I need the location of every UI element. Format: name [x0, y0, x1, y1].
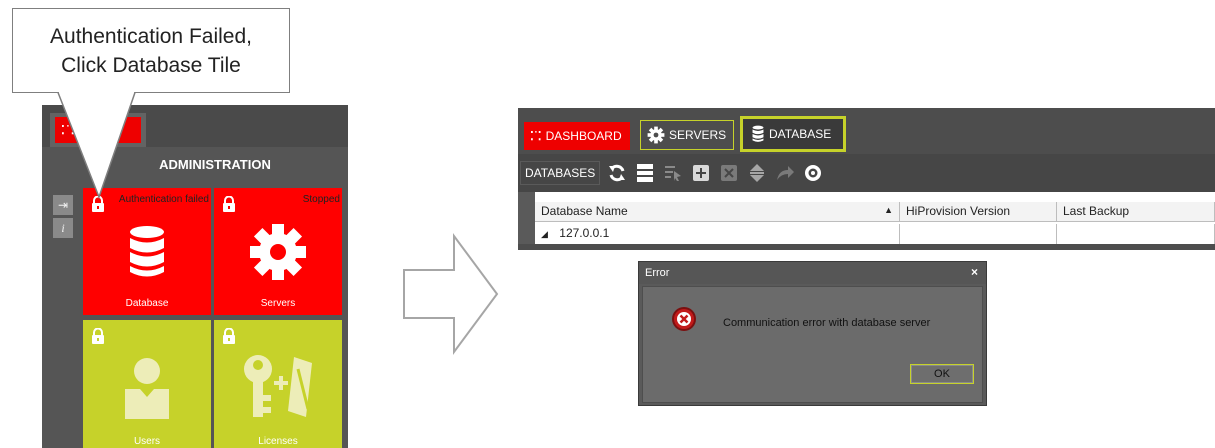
close-icon[interactable]: × [971, 265, 978, 279]
user-icon [125, 358, 169, 419]
callout-line-1: Authentication Failed, [50, 24, 252, 48]
gear-icon [250, 224, 306, 280]
tile-status-text: Authentication failed [118, 194, 209, 205]
column-header-database-name[interactable]: Database Name ▲ [535, 202, 900, 222]
dashboard-dots-icon: ⁚˙⁚ [61, 123, 76, 137]
gear-icon [647, 126, 665, 144]
database-name-cell: 127.0.0.1 [559, 226, 610, 240]
select-icon [665, 166, 682, 181]
admin-tab-dashboard[interactable]: ⁚˙⁚ RD [50, 113, 146, 147]
logout-button[interactable]: ⇥ [53, 195, 73, 215]
app-window: ⁚˙⁚ DASHBOARD SERVERS DATABASE DATABASES… [518, 108, 1215, 250]
lock-icon [92, 196, 104, 212]
users-tile[interactable]: Users [83, 320, 211, 448]
expand-button[interactable] [746, 162, 768, 184]
administration-panel: ⁚˙⁚ RD ADMINISTRATION ⇥ i Authentication… [42, 105, 348, 448]
tile-label: Database [125, 298, 169, 309]
database-tile[interactable]: Authentication failed Database [83, 188, 211, 315]
list-button[interactable] [634, 162, 656, 184]
error-dialog: Error × Communication error with databas… [638, 261, 987, 406]
logout-icon: ⇥ [57, 198, 69, 212]
dashboard-dots-icon: ⁚˙⁚ [530, 129, 542, 143]
info-button[interactable]: i [53, 218, 73, 238]
add-icon [693, 165, 710, 181]
admin-tab-label: RD [79, 124, 96, 136]
administration-title: ADMINISTRATION [159, 157, 271, 172]
lock-icon [223, 328, 235, 344]
sort-ascending-icon: ▲ [884, 205, 893, 215]
toolbar-label: DATABASES [520, 161, 601, 185]
tab-servers[interactable]: SERVERS [640, 120, 734, 150]
list-icon [637, 164, 654, 182]
tile-label: Users [133, 436, 161, 447]
grid-row-header [518, 192, 535, 250]
callout-line-2: Click Database Tile [61, 53, 241, 77]
settings-icon [805, 165, 822, 181]
licenses-tile[interactable]: Licenses [214, 320, 342, 448]
column-header-last-backup[interactable]: Last Backup [1057, 202, 1215, 222]
database-grid: Database Name ▲ HiProvision Version Last… [518, 192, 1215, 250]
database-icon [130, 226, 164, 277]
admin-tab-bar: ⁚˙⁚ RD [42, 105, 348, 147]
tile-label: Servers [260, 298, 296, 309]
refresh-icon [609, 164, 626, 182]
dialog-title: Error [645, 267, 670, 279]
grid-header: Database Name ▲ HiProvision Version Last… [535, 202, 1215, 222]
error-icon [672, 307, 696, 331]
expand-icon [750, 164, 765, 182]
dialog-title-bar[interactable]: Error × [639, 262, 986, 284]
tab-database[interactable]: DATABASE [740, 116, 846, 152]
right-arrow-icon [403, 232, 499, 356]
delete-icon [721, 165, 738, 181]
license-key-icon [244, 355, 312, 417]
settings-button[interactable] [802, 162, 824, 184]
table-row[interactable]: ◢ 127.0.0.1 [535, 224, 1215, 244]
delete-button[interactable] [718, 162, 740, 184]
lock-icon [223, 196, 235, 212]
tab-label: DATABASE [769, 127, 832, 141]
tab-label: DASHBOARD [545, 129, 622, 143]
database-toolbar: DATABASES [518, 154, 1215, 192]
tile-label: Licenses [258, 436, 298, 447]
dialog-body: Communication error with database server… [642, 286, 983, 403]
export-icon [777, 166, 795, 180]
info-icon: i [61, 220, 65, 235]
last-backup-cell [1057, 224, 1215, 244]
ok-button[interactable]: OK [910, 364, 974, 384]
tab-dashboard[interactable]: ⁚˙⁚ DASHBOARD [524, 122, 630, 150]
column-header-hiprovision-version[interactable]: HiProvision Version [900, 202, 1057, 222]
database-icon [752, 125, 764, 142]
callout-box: Authentication Failed, Click Database Ti… [12, 8, 290, 93]
refresh-button[interactable] [606, 162, 628, 184]
lock-icon [92, 328, 104, 344]
servers-tile[interactable]: Stopped Servers [214, 188, 342, 315]
export-button[interactable] [774, 162, 796, 184]
collapse-triangle-icon[interactable]: ◢ [541, 229, 548, 239]
add-button[interactable] [690, 162, 712, 184]
tab-label: SERVERS [669, 128, 727, 142]
select-button[interactable] [662, 162, 684, 184]
error-message: Communication error with database server [723, 317, 931, 329]
tile-status-text: Stopped [302, 194, 340, 205]
version-cell [900, 224, 1057, 244]
